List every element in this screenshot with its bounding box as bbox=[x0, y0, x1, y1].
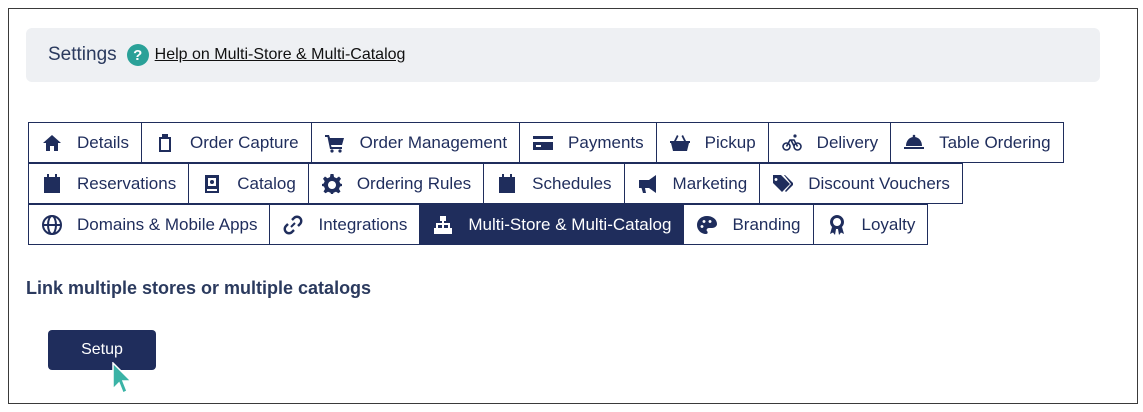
mouse-pointer-icon bbox=[112, 362, 133, 395]
tab-order-management[interactable]: Order Management bbox=[310, 122, 521, 163]
setup-button[interactable]: Setup bbox=[48, 330, 156, 370]
sitemap-icon bbox=[432, 214, 454, 236]
tab-label: Details bbox=[77, 132, 129, 152]
tab-table-ordering[interactable]: Table Ordering bbox=[890, 122, 1064, 163]
book-icon bbox=[201, 173, 223, 195]
tab-pickup[interactable]: Pickup bbox=[655, 122, 769, 163]
tab-multi-store-multi-catalog[interactable]: Multi-Store & Multi-Catalog bbox=[419, 204, 685, 245]
tab-schedules[interactable]: Schedules bbox=[483, 163, 625, 204]
tab-branding[interactable]: Branding bbox=[683, 204, 814, 245]
tab-label: Ordering Rules bbox=[356, 173, 472, 193]
tab-loyalty[interactable]: Loyalty bbox=[812, 204, 929, 245]
tab-label: Marketing bbox=[672, 173, 748, 193]
section-heading: Link multiple stores or multiple catalog… bbox=[26, 278, 372, 298]
tab-row-3: Domains & Mobile Apps Integrations Multi… bbox=[28, 204, 1063, 245]
tags-icon bbox=[772, 173, 794, 195]
gear-icon bbox=[321, 173, 343, 195]
tab-label: Integrations bbox=[318, 214, 408, 234]
megaphone-icon bbox=[637, 173, 659, 195]
clipboard-icon bbox=[154, 132, 176, 154]
cart-icon bbox=[324, 132, 346, 154]
tab-label: Payments bbox=[568, 132, 644, 152]
palette-icon bbox=[696, 214, 718, 236]
bicycle-icon bbox=[781, 132, 803, 154]
cloche-icon bbox=[903, 132, 925, 154]
basket-icon bbox=[669, 132, 691, 154]
tab-row-1: Details Order Capture Order Management P… bbox=[28, 122, 1064, 163]
tab-label: Loyalty bbox=[861, 214, 916, 234]
globe-icon bbox=[41, 214, 63, 236]
tab-label: Reservations bbox=[77, 173, 177, 193]
tab-label: Multi-Store & Multi-Catalog bbox=[468, 214, 672, 234]
tab-catalog[interactable]: Catalog bbox=[188, 163, 309, 204]
settings-tabs: Details Order Capture Order Management P… bbox=[28, 122, 1064, 245]
tab-label: Catalog bbox=[237, 173, 296, 193]
tab-row-2: Reservations Catalog Ordering Rules Sche… bbox=[28, 163, 1063, 204]
tab-label: Domains & Mobile Apps bbox=[77, 214, 258, 234]
tab-ordering-rules[interactable]: Ordering Rules bbox=[307, 163, 485, 204]
tab-label: Delivery bbox=[816, 132, 879, 152]
tab-marketing[interactable]: Marketing bbox=[623, 163, 761, 204]
tab-label: Order Management bbox=[359, 132, 508, 152]
tab-label: Schedules bbox=[532, 173, 612, 193]
tab-label: Branding bbox=[732, 214, 801, 234]
tab-payments[interactable]: Payments bbox=[519, 122, 657, 163]
page-title: Settings bbox=[48, 44, 117, 65]
tab-label: Pickup bbox=[704, 132, 756, 152]
tab-order-capture[interactable]: Order Capture bbox=[140, 122, 312, 163]
tab-discount-vouchers[interactable]: Discount Vouchers bbox=[759, 163, 963, 204]
link-icon bbox=[282, 214, 304, 236]
tab-details[interactable]: Details bbox=[28, 122, 142, 163]
home-icon bbox=[41, 132, 63, 154]
tab-reservations[interactable]: Reservations bbox=[28, 163, 190, 204]
credit-card-icon bbox=[532, 132, 554, 154]
tab-domains-mobile-apps[interactable]: Domains & Mobile Apps bbox=[28, 204, 271, 245]
tab-delivery[interactable]: Delivery bbox=[767, 122, 892, 163]
tab-label: Discount Vouchers bbox=[808, 173, 950, 193]
help-link[interactable]: Help on Multi-Store & Multi-Catalog bbox=[155, 46, 406, 64]
calendar-icon bbox=[496, 173, 518, 195]
award-icon bbox=[826, 214, 848, 236]
tab-integrations[interactable]: Integrations bbox=[269, 204, 421, 245]
tab-label: Table Ordering bbox=[939, 132, 1051, 152]
question-circle-icon[interactable]: ? bbox=[126, 44, 149, 66]
calendar-icon bbox=[41, 173, 63, 195]
tab-label: Order Capture bbox=[189, 132, 299, 152]
settings-header: Settings ? Help on Multi-Store & Multi-C… bbox=[26, 28, 1100, 82]
